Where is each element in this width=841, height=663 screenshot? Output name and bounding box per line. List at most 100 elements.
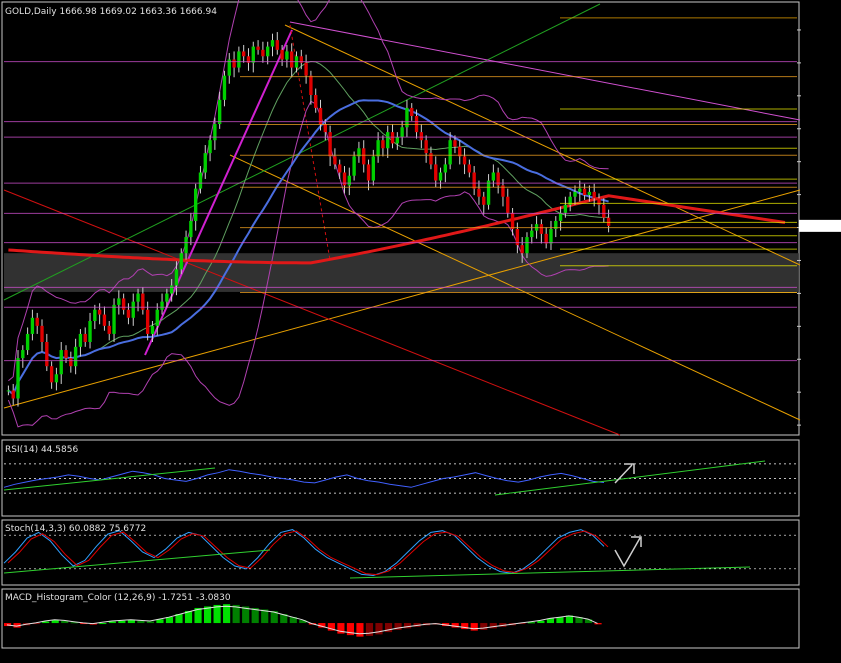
macd-signal-line: [6, 605, 598, 635]
candle-up: [222, 75, 227, 100]
candle-up: [136, 293, 140, 302]
candle-down: [390, 132, 395, 144]
candle-up: [88, 321, 92, 342]
candle-up: [25, 333, 30, 351]
candle-down: [35, 317, 39, 326]
macd-histogram-bar: [137, 620, 145, 624]
candle-down: [520, 245, 524, 254]
candle-up: [198, 172, 203, 189]
bollinger-upper: [8, 0, 609, 382]
candle-up: [587, 191, 592, 196]
candle-up: [491, 172, 496, 181]
candle-up: [150, 325, 155, 334]
candle-up: [6, 390, 11, 392]
stoch-title: Stoch(14,3,3) 60.0882 75.6772: [5, 524, 146, 534]
candle-up: [169, 285, 174, 294]
candle-down: [381, 140, 385, 149]
candle-down: [126, 309, 131, 318]
candle-down: [83, 333, 87, 342]
main-title: GOLD,Daily 1666.98 1669.02 1663.36 1666.…: [5, 7, 217, 17]
candle-up: [184, 237, 188, 254]
candle-down: [582, 188, 587, 196]
candle-up: [193, 188, 198, 221]
candle-up: [486, 180, 491, 205]
candle-up: [93, 309, 97, 322]
candle-down: [602, 204, 606, 218]
current-price-box: [799, 219, 841, 232]
candle-down: [462, 156, 467, 165]
candle-down: [49, 366, 54, 383]
candle-down: [366, 164, 371, 181]
macd-histogram-bar: [223, 604, 231, 624]
candle-up: [16, 358, 20, 399]
candle-down: [419, 132, 424, 141]
candle-up: [400, 127, 404, 137]
macd-title: MACD_Histogram_Color (12,26,9) -1.7251 -…: [5, 593, 231, 603]
candle-down: [467, 164, 472, 173]
candle-down: [102, 314, 107, 326]
candle-up: [217, 99, 222, 125]
candle-up: [578, 188, 582, 192]
candle-up: [78, 333, 83, 347]
magenta-diagonal-line: [289, 21, 801, 121]
candle-down: [592, 191, 596, 199]
candle-down: [40, 325, 44, 342]
candle-up: [213, 124, 217, 141]
candle-up: [117, 298, 121, 305]
candle-up: [54, 374, 59, 383]
macd-histogram-bar: [480, 623, 488, 630]
candle-up: [131, 301, 135, 318]
candle-down: [232, 59, 236, 68]
candle-up: [266, 46, 270, 57]
candle-down: [482, 196, 486, 205]
macd-histogram-bar: [594, 623, 602, 625]
candle-up: [573, 191, 577, 197]
candle-down: [539, 224, 544, 234]
candle-up: [59, 350, 63, 375]
chart-canvas: GOLD,Daily 1666.98 1669.02 1663.36 1666.…: [1, 0, 841, 649]
candle-down: [261, 49, 265, 57]
stoch-trendline-1: [3, 549, 271, 574]
stoch-signal-line: [7, 530, 609, 576]
stoch-arrow-icon: [614, 536, 642, 568]
candle-up: [386, 132, 390, 149]
candle-down: [290, 51, 294, 68]
macd-histogram-bar: [356, 623, 364, 637]
candle-down: [472, 172, 476, 189]
candle-down: [506, 196, 510, 213]
candle-down: [69, 358, 73, 367]
candle-down: [544, 233, 548, 244]
candle-down: [333, 156, 337, 165]
candle-down: [424, 140, 428, 154]
candle-up: [558, 212, 563, 221]
candle-up: [179, 253, 183, 270]
candle-up: [438, 172, 443, 181]
candle-up: [155, 309, 159, 326]
main-panel-frame: [1, 1, 800, 436]
candle-up: [448, 140, 452, 165]
candle-down: [309, 75, 313, 96]
candle-down: [107, 325, 111, 334]
candle-down: [121, 298, 126, 310]
support-zone: [4, 253, 799, 292]
candle-down: [477, 188, 481, 197]
candle-down: [64, 350, 68, 359]
candle-up: [549, 228, 553, 244]
candle-down: [145, 309, 150, 334]
trading-chart-window: GOLD,Daily 1666.98 1669.02 1663.36 1666.…: [0, 0, 841, 663]
candle-down: [410, 107, 414, 116]
macd-histogram-bar: [118, 620, 126, 624]
macd-histogram-bar: [51, 620, 59, 624]
macd-histogram-bar: [127, 620, 135, 624]
candle-down: [241, 51, 246, 57]
candle-down: [280, 49, 284, 60]
candle-up: [203, 153, 207, 173]
candle-down: [323, 124, 327, 133]
rsi-trendline-1: [3, 467, 216, 491]
candle-up: [208, 140, 212, 154]
candle-up: [347, 175, 351, 186]
candle-up: [189, 220, 193, 238]
candle-down: [453, 140, 457, 147]
candle-up: [563, 204, 568, 213]
candle-up: [285, 51, 289, 60]
